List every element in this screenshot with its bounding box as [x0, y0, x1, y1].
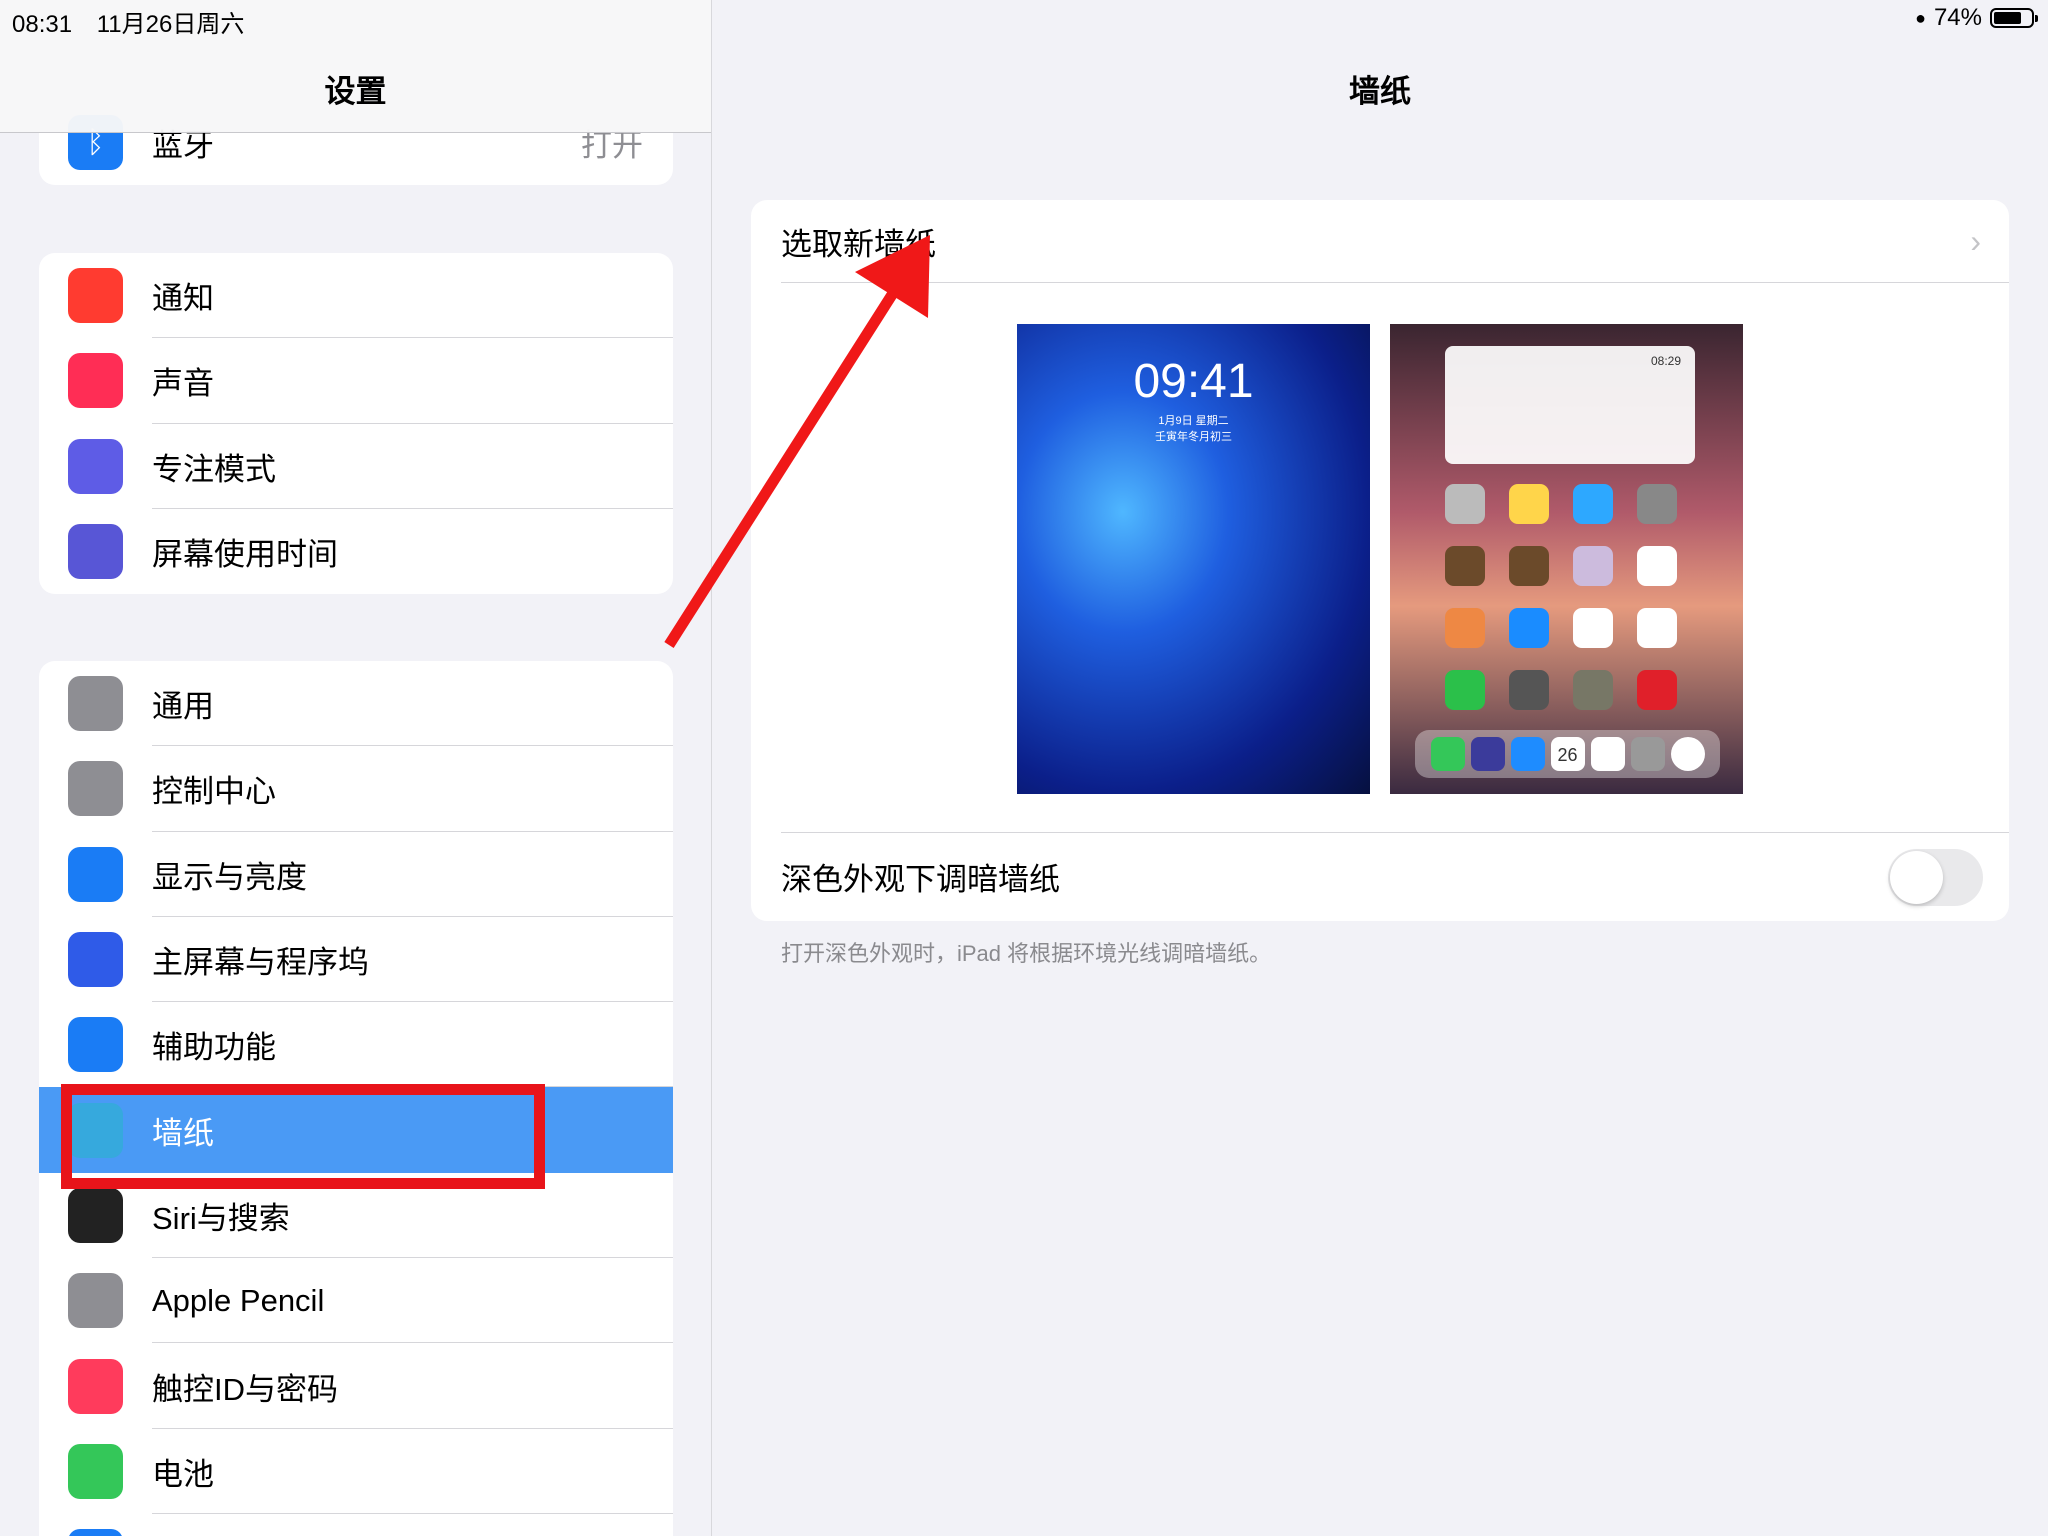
status-bar-left: 08:31 11月26日周六	[12, 4, 262, 39]
red-arrow-annotation	[664, 235, 930, 648]
person-icon: ●	[1915, 7, 1926, 28]
battery-percent: 74%	[1933, 4, 1982, 31]
status-date: 11月26日周六	[96, 11, 245, 38]
arrow-shaft	[664, 287, 900, 648]
status-bar-right: ● 74%	[1915, 4, 2038, 32]
arrow-head	[855, 235, 930, 318]
battery-icon	[1990, 8, 2038, 28]
status-time: 08:31	[12, 11, 73, 38]
